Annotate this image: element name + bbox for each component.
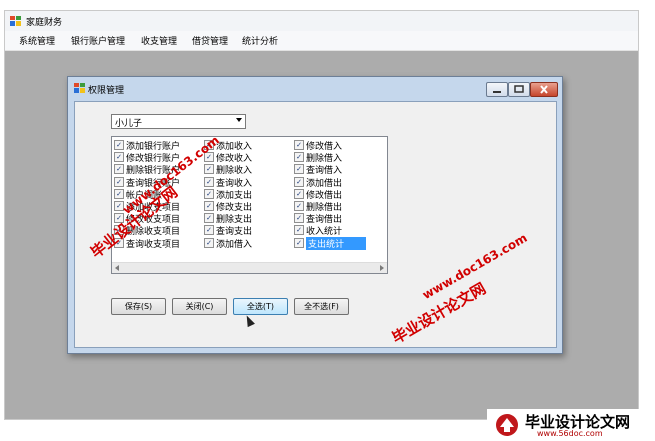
scroll-right-icon[interactable] <box>380 265 384 271</box>
permission-label: 查询借出 <box>306 215 343 226</box>
permission-label: 查询借入 <box>306 166 343 177</box>
checkbox-checked-icon[interactable]: ✓ <box>204 201 214 211</box>
checkbox-checked-icon[interactable]: ✓ <box>114 152 124 163</box>
checkbox-checked-icon[interactable]: ✓ <box>294 164 304 175</box>
scroll-left-icon[interactable] <box>115 265 119 271</box>
user-select[interactable]: 小儿子 <box>111 114 246 129</box>
checkbox-checked-icon[interactable]: ✓ <box>294 213 304 224</box>
permission-label: 修改银行账户 <box>126 154 181 165</box>
logo-url: www.56doc.com <box>537 429 603 438</box>
chevron-down-icon <box>236 118 242 122</box>
close-window-button[interactable] <box>530 82 558 97</box>
checkbox-checked-icon[interactable]: ✓ <box>294 188 304 199</box>
permission-label: 添加收入 <box>216 142 253 152</box>
permission-label: 删除支出 <box>216 215 253 226</box>
title-bar: 家庭财务 <box>5 11 638 31</box>
menu-loan[interactable]: 借贷管理 <box>192 34 228 47</box>
permission-label: 修改收入 <box>216 154 253 165</box>
checkbox-checked-icon[interactable]: ✓ <box>294 176 304 187</box>
close-icon <box>540 85 548 94</box>
permission-label: 修改借入 <box>306 142 343 152</box>
checkbox-checked-icon[interactable]: ✓ <box>114 140 124 150</box>
permission-label: 修改支出 <box>216 203 253 213</box>
permission-label: 查询支出 <box>216 227 253 238</box>
save-button[interactable]: 保存(S) <box>111 298 166 315</box>
permission-label: 查询收支项目 <box>126 239 181 250</box>
select-all-button[interactable]: 全选(T) <box>233 298 288 315</box>
menu-bar: 系统管理 银行账户管理 收支管理 借贷管理 统计分析 <box>5 31 638 51</box>
checkbox-checked-icon[interactable]: ✓ <box>204 237 214 248</box>
user-select-value: 小儿子 <box>115 119 143 129</box>
permission-label: 删除借入 <box>306 154 343 165</box>
permission-label: 查询收入 <box>216 178 253 189</box>
site-logo: 毕业设计论文网 www.56doc.com <box>487 409 655 441</box>
permission-label: 收入统计 <box>306 227 343 238</box>
menu-system[interactable]: 系统管理 <box>19 34 55 47</box>
menu-bank-account[interactable]: 银行账户管理 <box>71 34 125 47</box>
permission-label: 支出统计 <box>306 236 367 250</box>
checkbox-checked-icon[interactable]: ✓ <box>294 225 304 236</box>
permission-label: 删除借出 <box>306 203 343 213</box>
logo-mark-icon <box>496 414 518 436</box>
permission-label: 添加支出 <box>216 190 253 201</box>
checkbox-checked-icon[interactable]: ✓ <box>294 201 304 211</box>
permission-label: 修改借出 <box>306 190 343 201</box>
menu-income-expense[interactable]: 收支管理 <box>141 34 177 47</box>
checkbox-checked-icon[interactable]: ✓ <box>294 140 304 150</box>
checkbox-checked-icon[interactable]: ✓ <box>204 225 214 236</box>
menu-statistics[interactable]: 统计分析 <box>242 34 278 47</box>
minimize-button[interactable] <box>486 82 508 97</box>
select-none-button[interactable]: 全不选(F) <box>294 298 349 315</box>
maximize-button[interactable] <box>508 82 530 97</box>
checkbox-checked-icon[interactable]: ✓ <box>204 176 214 187</box>
permission-label: 添加借出 <box>306 178 343 189</box>
permission-label: 添加借入 <box>216 239 253 250</box>
checkbox-checked-icon[interactable]: ✓ <box>114 176 124 187</box>
minimize-icon <box>493 91 501 93</box>
checkbox-checked-icon[interactable]: ✓ <box>294 237 304 248</box>
permission-label: 添加银行账户 <box>126 142 181 152</box>
horizontal-scrollbar[interactable] <box>112 262 387 273</box>
checkbox-checked-icon[interactable]: ✓ <box>294 152 304 163</box>
main-window: 家庭财务 系统管理 银行账户管理 收支管理 借贷管理 统计分析 权限管理 小儿子 <box>4 10 639 420</box>
dialog-icon <box>74 83 85 93</box>
maximize-icon <box>514 85 524 93</box>
checkbox-checked-icon[interactable]: ✓ <box>204 213 214 224</box>
app-icon <box>10 16 21 26</box>
checkbox-checked-icon[interactable]: ✓ <box>114 164 124 175</box>
dialog-title: 权限管理 <box>88 86 125 96</box>
window-title: 家庭财务 <box>26 18 63 28</box>
close-button[interactable]: 关闭(C) <box>172 298 227 315</box>
checkbox-checked-icon[interactable]: ✓ <box>204 164 214 175</box>
checkbox-checked-icon[interactable]: ✓ <box>204 188 214 199</box>
permission-label: 删除收入 <box>216 166 253 177</box>
checkbox-checked-icon[interactable]: ✓ <box>114 188 124 199</box>
